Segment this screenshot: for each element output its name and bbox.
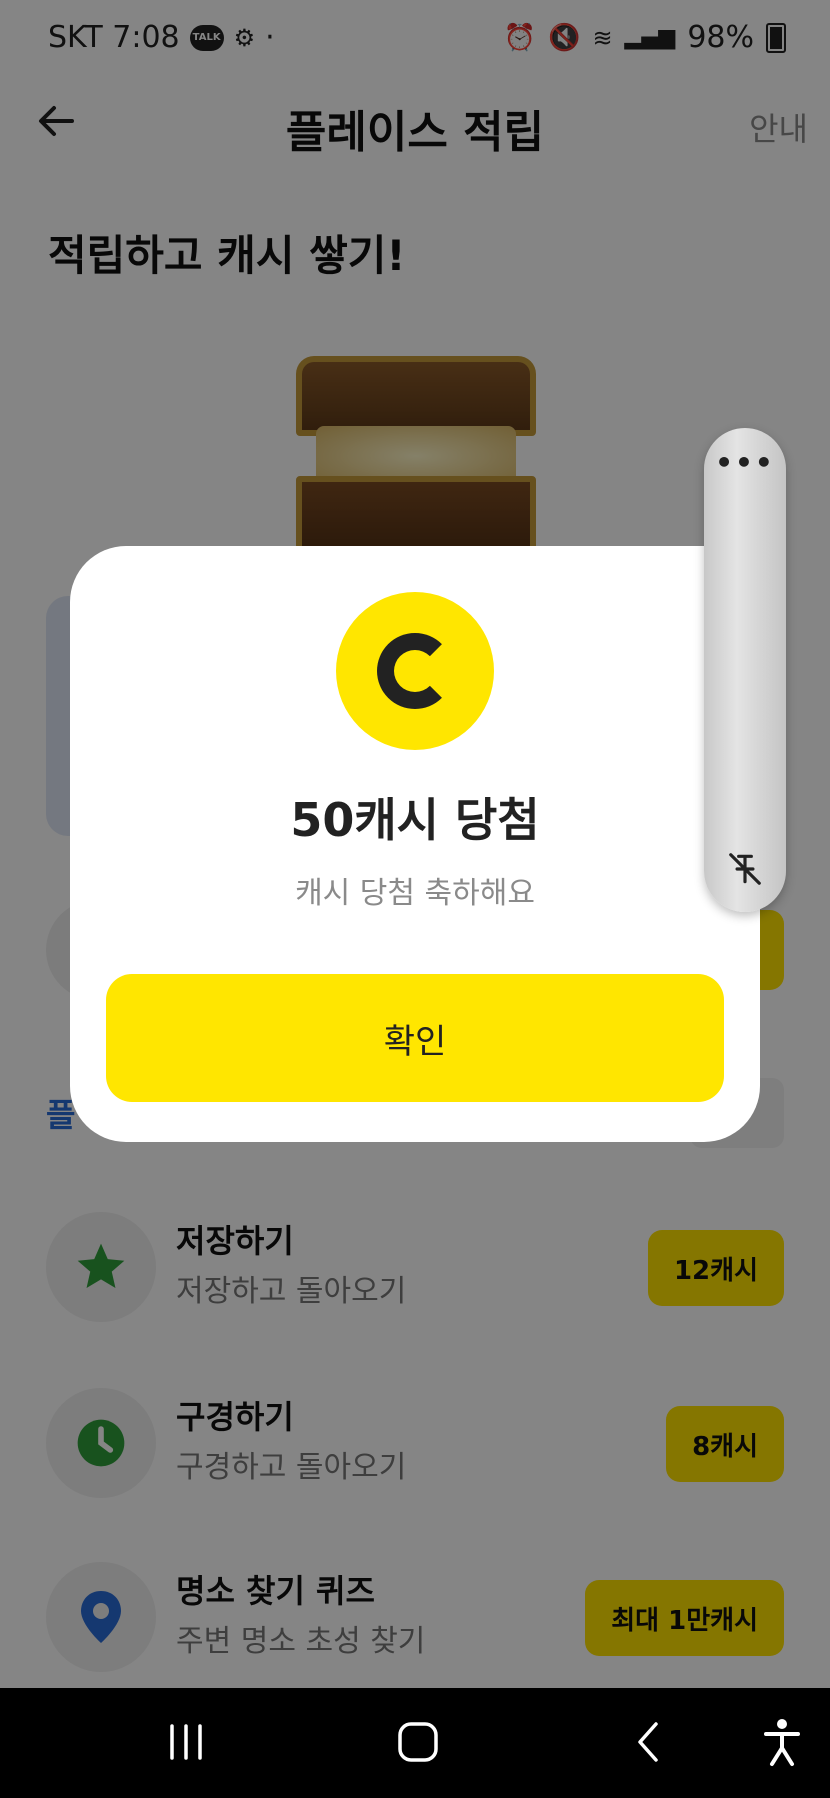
back-icon[interactable] [620, 1714, 680, 1770]
pin-off-icon[interactable] [726, 850, 764, 888]
modal-subtitle: 캐시 당첨 축하해요 [295, 876, 535, 911]
more-menu-icon[interactable]: ••• [704, 446, 786, 479]
reward-modal: 50캐시 당첨 캐시 당첨 축하해요 확인 [70, 546, 760, 1142]
home-icon[interactable] [388, 1714, 448, 1770]
recent-apps-icon[interactable] [156, 1714, 216, 1770]
floating-panel[interactable]: ••• [704, 428, 786, 912]
system-nav-bar [0, 1688, 830, 1798]
confirm-button[interactable]: 확인 [106, 974, 724, 1102]
cash-coin-icon [336, 592, 494, 750]
modal-title: 50캐시 당첨 [290, 793, 540, 847]
accessibility-icon[interactable] [752, 1714, 812, 1770]
